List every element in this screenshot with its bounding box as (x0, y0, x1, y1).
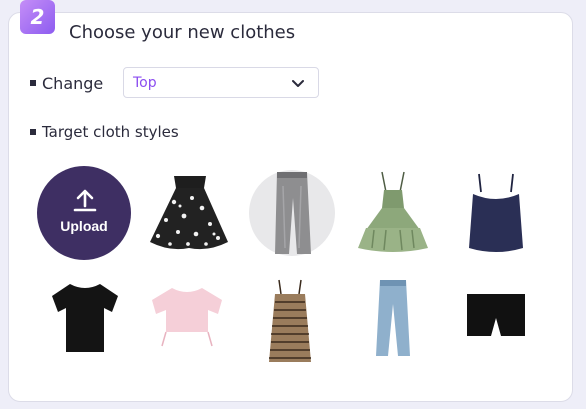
upload-button[interactable]: Upload (37, 166, 131, 260)
black-shorts-image (467, 294, 525, 336)
navy-cami-image (469, 173, 523, 252)
style-gray-jeans[interactable] (247, 168, 337, 258)
green-dress-image (358, 171, 428, 252)
striped-dress-image (269, 279, 311, 362)
upload-label: Upload (60, 218, 108, 234)
style-pink-crop-top[interactable] (142, 274, 232, 364)
style-black-tshirt[interactable] (40, 274, 130, 364)
change-select[interactable]: Top (123, 67, 319, 98)
style-black-shorts[interactable] (451, 274, 541, 364)
bullet-icon (30, 129, 36, 135)
chevron-down-icon (292, 80, 304, 87)
step-number: 2 (30, 5, 45, 29)
step-badge: 2 (20, 0, 55, 34)
target-styles-label: Target cloth styles (42, 123, 179, 141)
floral-skirt-image (150, 176, 228, 250)
style-striped-dress[interactable] (245, 274, 335, 364)
upload-icon (73, 189, 97, 212)
style-floral-skirt[interactable] (144, 168, 234, 258)
black-tshirt-image (52, 284, 118, 352)
style-light-blue-jeans[interactable] (348, 274, 438, 364)
style-navy-cami-top[interactable] (451, 168, 541, 258)
style-green-ruffle-dress[interactable] (348, 168, 438, 258)
gray-jeans-image (249, 170, 335, 256)
change-label: Change (42, 74, 104, 93)
pink-crop-top-image (152, 288, 222, 347)
change-select-value: Top (133, 75, 157, 91)
section-title: Choose your new clothes (69, 22, 296, 43)
bullet-icon (30, 80, 36, 86)
light-jeans-image (376, 280, 410, 356)
